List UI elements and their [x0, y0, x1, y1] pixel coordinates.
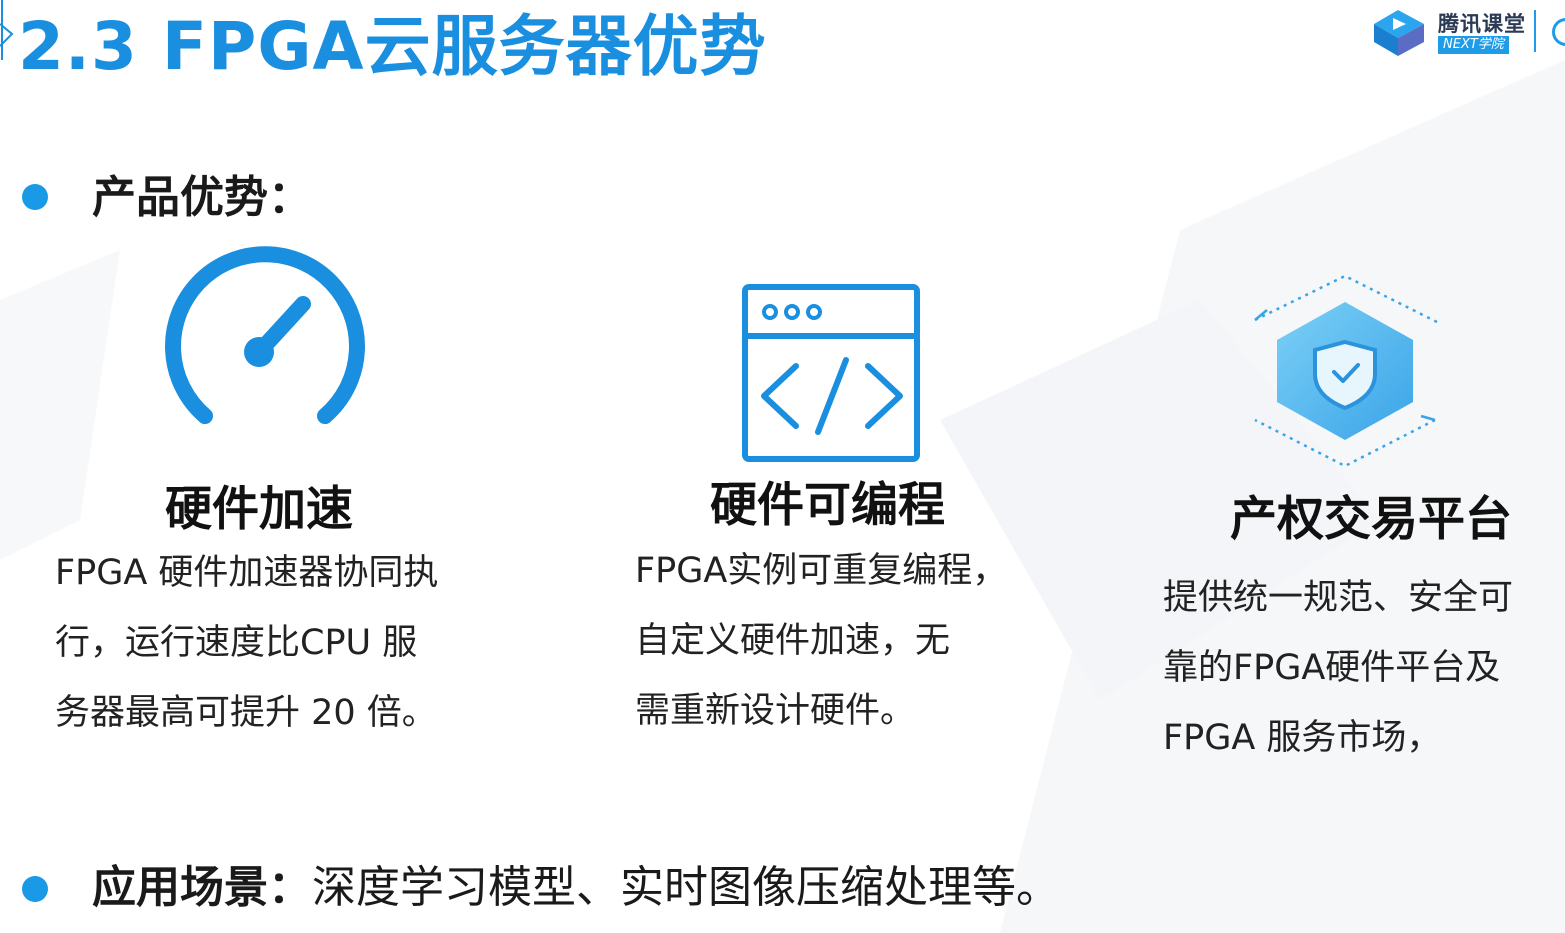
feature-desc-hardware-acceleration: FPGA 硬件加速器协同执 行，运行速度比CPU 服 务器最高可提升 20 倍。 [55, 538, 438, 748]
logo-divider [1534, 10, 1536, 52]
desc-line: FPGA实例可重复编程， [635, 551, 1008, 591]
feature-title-ip-trading-platform: 产权交易平台 [1230, 492, 1512, 547]
scenarios-label: 应用场景： [92, 862, 312, 913]
logo-partner-mark [1552, 18, 1565, 46]
bullet-dot [22, 876, 48, 902]
desc-line: 自定义硬件加速，无 [635, 621, 951, 661]
desc-line: 务器最高可提升 20 倍。 [55, 693, 437, 733]
logo-sub: NEXT学院 [1438, 36, 1509, 54]
feature-title-hardware-acceleration: 硬件加速 [165, 482, 353, 537]
application-scenarios: 应用场景：深度学习模型、实时图像压缩处理等。 [92, 858, 1060, 918]
shield-check-icon [1254, 274, 1438, 468]
desc-line: 靠的FPGA硬件平台及 [1163, 648, 1501, 688]
play-logo-icon [1374, 10, 1424, 56]
scenarios-text: 深度学习模型、实时图像压缩处理等。 [312, 862, 1060, 913]
desc-line: 提供统一规范、安全可 [1163, 578, 1514, 618]
code-window-icon [742, 284, 920, 462]
feature-desc-hardware-programmable: FPGA实例可重复编程， 自定义硬件加速，无 需重新设计硬件。 [635, 536, 1007, 746]
logo-name: 腾讯课堂 [1438, 12, 1526, 36]
tencent-classroom-logo: 腾讯课堂 NEXT学院 [1366, 4, 1565, 64]
speedometer-icon [165, 246, 365, 424]
desc-line: FPGA 硬件加速器协同执 [55, 553, 439, 593]
feature-title-hardware-programmable: 硬件可编程 [710, 478, 945, 533]
slide-title: 2.3 FPGA云服务器优势 [18, 8, 767, 85]
feature-desc-ip-trading-platform: 提供统一规范、安全可 靠的FPGA硬件平台及 FPGA 服务市场， [1163, 563, 1513, 773]
desc-line: 行，运行速度比CPU 服 [55, 623, 418, 663]
desc-line: FPGA 服务市场， [1163, 718, 1442, 758]
desc-line: 需重新设计硬件。 [635, 691, 916, 731]
bullet-dot [22, 184, 48, 210]
advantages-heading: 产品优势： [92, 172, 312, 223]
